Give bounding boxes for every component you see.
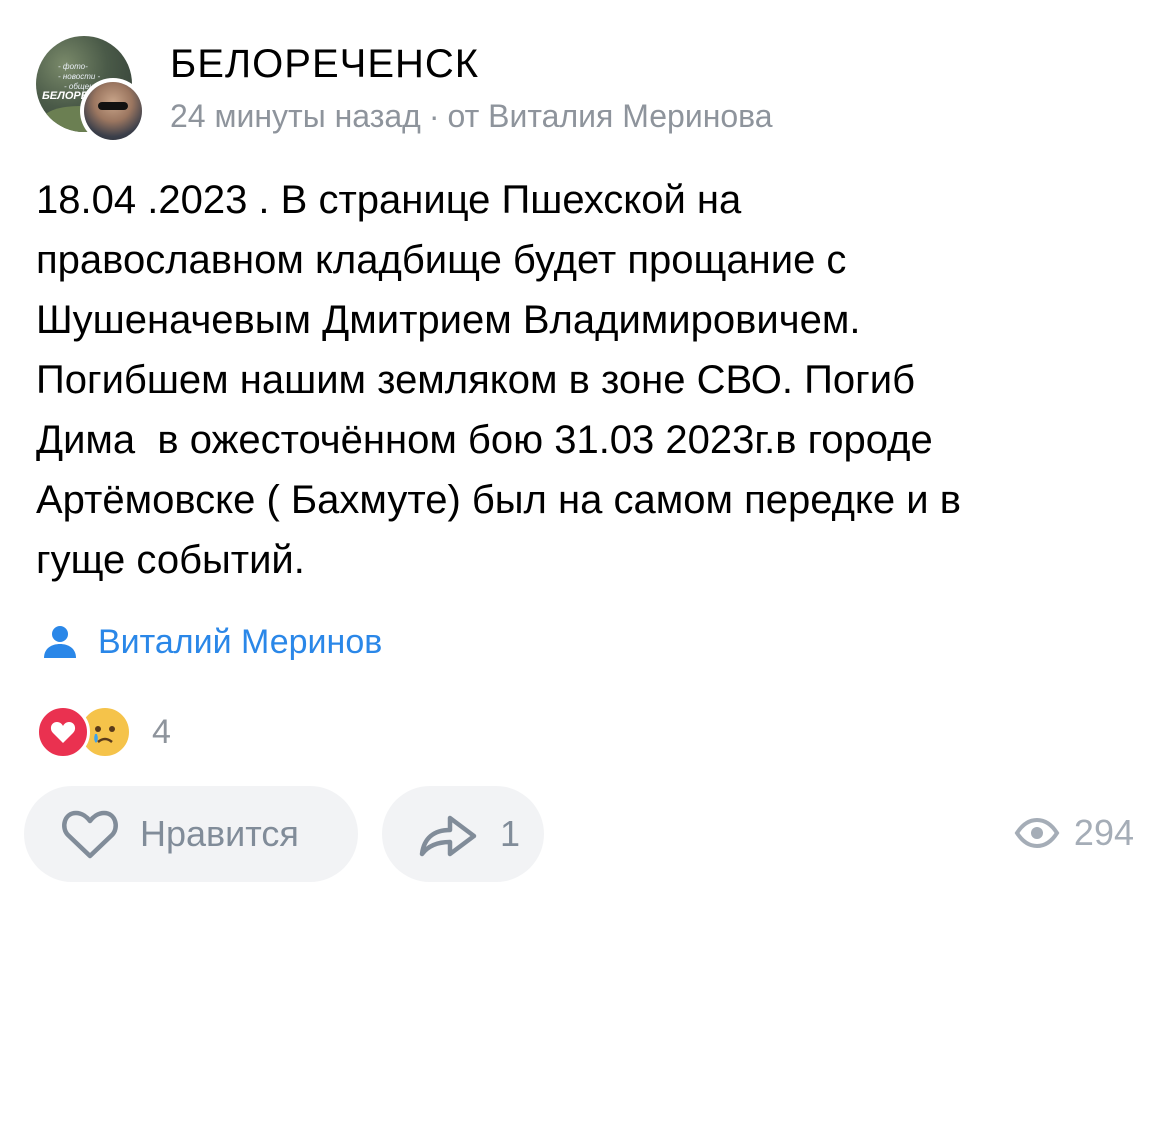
post-author-line[interactable]: от Виталия Меринова bbox=[447, 98, 772, 134]
share-count: 1 bbox=[500, 813, 521, 854]
share-button[interactable]: 1 bbox=[382, 786, 544, 882]
signature-link[interactable]: Виталий Меринов bbox=[40, 616, 382, 668]
eye-icon bbox=[1014, 817, 1060, 849]
post-time: 24 минуты назад bbox=[170, 98, 421, 134]
views-counter: 294 bbox=[1014, 812, 1134, 854]
meta-separator: · bbox=[428, 98, 440, 134]
group-avatar-text-1: - фото- bbox=[58, 62, 88, 71]
like-label: Нравится bbox=[140, 813, 299, 854]
reactions-summary[interactable]: 4 bbox=[36, 705, 171, 759]
reactions-count: 4 bbox=[152, 712, 171, 751]
group-avatar-text-2: - новости - bbox=[58, 72, 101, 81]
like-button[interactable]: Нравится bbox=[24, 786, 358, 882]
group-name[interactable]: БЕЛОРЕЧЕНСК bbox=[170, 42, 479, 87]
post-actions: Нравится 1 294 bbox=[24, 786, 1134, 882]
heart-icon bbox=[36, 705, 90, 759]
author-photo bbox=[84, 82, 142, 140]
sunglasses-shape bbox=[98, 102, 128, 110]
views-count: 294 bbox=[1073, 812, 1134, 853]
share-arrow-icon bbox=[419, 815, 477, 857]
post-header: - фото- - новости - - общение БЕЛОРЕ БЕЛ… bbox=[36, 36, 1136, 146]
post-text: 18.04 .2023 . В странице Пшехской на пра… bbox=[36, 178, 961, 582]
author-avatar[interactable] bbox=[80, 78, 146, 144]
user-icon bbox=[44, 626, 76, 658]
heart-outline-icon bbox=[62, 810, 118, 859]
signature-name[interactable]: Виталий Меринов bbox=[98, 623, 382, 662]
post-meta: 24 минуты назад · от Виталия Меринова bbox=[170, 98, 773, 135]
